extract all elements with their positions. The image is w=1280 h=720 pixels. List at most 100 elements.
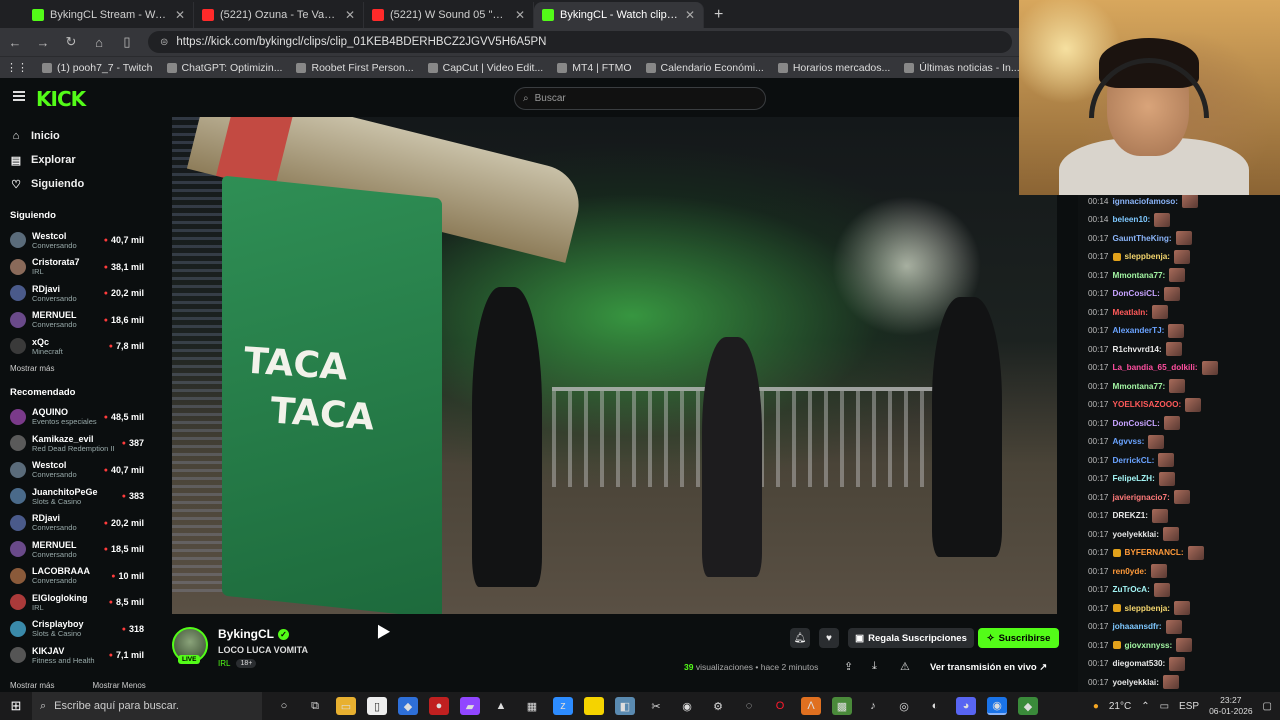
browser-tab[interactable]: BykingCL - Watch clips on K ✕	[534, 2, 704, 28]
sidebar-channel[interactable]: Kamikaze_evilRed Dead Redemption II 387	[10, 430, 144, 457]
chat-username[interactable]: Agvvss:	[1113, 437, 1145, 446]
clip-video-player[interactable]: TACA TACA	[172, 117, 1057, 614]
chat-username[interactable]: Mmontana77:	[1113, 271, 1166, 280]
new-tab-button[interactable]: +	[704, 6, 733, 28]
sticky-notes-icon[interactable]	[584, 697, 604, 715]
sidebar-channel[interactable]: WestcolConversando 40,7 mil	[10, 227, 144, 254]
url-field[interactable]: ⊜ https://kick.com/bykingcl/clips/clip_0…	[148, 31, 1012, 53]
site-info-icon[interactable]: ⊜	[160, 37, 168, 48]
reload-icon[interactable]: ↻	[64, 34, 78, 50]
show-more-recommended[interactable]: Mostrar más	[10, 681, 54, 690]
chat-username[interactable]: sleppbenja:	[1125, 252, 1171, 261]
sidebar-channel[interactable]: MERNUELConversando 18,6 mil	[10, 307, 144, 334]
home-icon[interactable]: ⌂	[92, 35, 106, 50]
notifications-icon[interactable]: ▢	[1263, 701, 1272, 712]
tiktok-icon[interactable]: ♪	[863, 697, 883, 715]
watch-live-link[interactable]: Ver transmisión en vivo ↗	[930, 662, 1047, 673]
chat-username[interactable]: giovxnnyss:	[1125, 641, 1173, 650]
chat-username[interactable]: GauntTheKing:	[1113, 234, 1172, 243]
notepad-icon[interactable]: ▯	[367, 697, 387, 715]
menu-icon[interactable]	[13, 91, 25, 101]
share-icon[interactable]: ⇪	[844, 660, 853, 673]
forward-icon[interactable]: →	[36, 35, 50, 50]
chat-username[interactable]: La_bandia_65_dolkili:	[1113, 363, 1198, 372]
tray-chevron-icon[interactable]: ⌃	[1141, 701, 1149, 712]
chat-username[interactable]: sleppbenja:	[1125, 604, 1171, 613]
chat-username[interactable]: R1chvvrd14:	[1113, 345, 1162, 354]
sidebar-channel[interactable]: CrisplayboySlots & Casino 318	[10, 616, 144, 643]
language-indicator[interactable]: ESP	[1179, 701, 1199, 712]
network-icon[interactable]: ▭	[1160, 701, 1169, 712]
tab-close-icon[interactable]: ✕	[345, 8, 355, 22]
chat-username[interactable]: Mmontana77:	[1113, 382, 1166, 391]
show-more-following[interactable]: Mostrar más	[10, 364, 144, 373]
chat-username[interactable]: BYFERNANCL:	[1125, 548, 1184, 557]
app-icon[interactable]: ▲	[491, 697, 511, 715]
sidebar-channel[interactable]: xQcMinecraft 7,8 mil	[10, 333, 144, 360]
chat-username[interactable]: ignnaciofamoso:	[1113, 197, 1179, 206]
chat-username[interactable]: diegomat530:	[1113, 659, 1166, 668]
file-explorer-icon[interactable]: ▭	[336, 697, 356, 715]
notification-bell-icon[interactable]: 🔔︎	[790, 628, 810, 648]
app-icon[interactable]: ◎	[894, 697, 914, 715]
chat-username[interactable]: ZuTrOcA:	[1113, 585, 1150, 594]
chat-username[interactable]: AlexanderTJ:	[1113, 326, 1165, 335]
apps-icon[interactable]: ⋮⋮	[6, 61, 28, 74]
nav-item-inicio[interactable]: ⌂ Inicio	[10, 124, 144, 148]
app-icon[interactable]: ◉	[677, 697, 697, 715]
bookmark-item[interactable]: Calendario Económi...	[645, 62, 764, 74]
chat-username[interactable]: yoelyekklai:	[1113, 678, 1159, 687]
tab-close-icon[interactable]: ✕	[685, 8, 695, 22]
sidebar-channel[interactable]: RDjaviConversando 20,2 mil	[10, 510, 144, 537]
chat-username[interactable]: ren0yde:	[1113, 567, 1147, 576]
chat-username[interactable]: FelipeLZH:	[1113, 474, 1155, 483]
zoom-icon[interactable]: z	[553, 697, 573, 715]
sidebar-channel[interactable]: RDjaviConversando 20,2 mil	[10, 280, 144, 307]
app-icon[interactable]: ▦	[522, 697, 542, 715]
app-icon[interactable]: Λ	[801, 697, 821, 715]
category-link[interactable]: IRL	[218, 659, 230, 668]
steam-icon[interactable]: ◐	[925, 697, 945, 715]
report-icon[interactable]: ⚠	[900, 660, 910, 673]
app-icon[interactable]: ◆	[398, 697, 418, 715]
sidebar-channel[interactable]: ElGloglokingIRL 8,5 mil	[10, 589, 144, 616]
weather-temp[interactable]: 21°C	[1109, 701, 1131, 712]
capcut-icon[interactable]: ✂	[646, 697, 666, 715]
windows-start-icon[interactable]: ⊞	[0, 698, 32, 714]
kick-logo[interactable]: KICK	[36, 87, 86, 111]
minecraft-icon[interactable]: ▩	[832, 697, 852, 715]
bookmark-item[interactable]: (1) pooh7_7 - Twitch	[42, 62, 153, 74]
gift-subs-button[interactable]: ▣ Regala Suscripciones	[848, 628, 974, 648]
search-input[interactable]: ⌕ Buscar	[514, 87, 766, 110]
chat-username[interactable]: yoelyekklai:	[1113, 530, 1159, 539]
nav-item-siguiendo[interactable]: ♡ Siguiendo	[10, 172, 144, 196]
app-icon[interactable]: ◌	[739, 697, 759, 715]
tab-close-icon[interactable]: ✕	[175, 8, 185, 22]
browser-tab[interactable]: BykingCL Stream - Watch Live o ✕	[24, 2, 194, 28]
sidebar-channel[interactable]: LACOBRAAAConversando 10 mil	[10, 563, 144, 590]
chat-username[interactable]: YOELKISAZOOO:	[1113, 400, 1182, 409]
chat-username[interactable]: DREKZ1:	[1113, 511, 1148, 520]
follow-heart-icon[interactable]: ♥	[819, 628, 839, 648]
bookmark-item[interactable]: Últimas noticias - In...	[904, 62, 1020, 74]
chrome-icon[interactable]: ◉	[987, 697, 1007, 715]
sidebar-channel[interactable]: Cristorata7IRL 38,1 mil	[10, 254, 144, 281]
cortana-icon[interactable]: ○	[274, 697, 294, 715]
clock[interactable]: 23:27 06-01-2026	[1209, 695, 1252, 717]
tab-close-icon[interactable]: ✕	[515, 8, 525, 22]
opera-icon[interactable]: O	[770, 697, 790, 715]
chat-username[interactable]: johaaansdfr:	[1113, 622, 1162, 631]
sidebar-channel[interactable]: KIKJAVFitness and Health 7,1 mil	[10, 642, 144, 669]
settings-icon[interactable]: ⚙	[708, 697, 728, 715]
bookmark-item[interactable]: MT4 | FTMO	[557, 62, 632, 74]
discord-icon[interactable]: ◕	[956, 697, 976, 715]
show-less-recommended[interactable]: Mostrar Menos	[92, 681, 145, 690]
subscribe-button[interactable]: ✧ Suscribirse	[978, 628, 1059, 648]
chat-username[interactable]: DonCosiCL:	[1113, 419, 1160, 428]
app-icon[interactable]: ●	[429, 697, 449, 715]
bookmark-item[interactable]: Roobet First Person...	[296, 62, 414, 74]
download-icon[interactable]: ⤓	[872, 660, 877, 673]
sidebar-channel[interactable]: JuanchitoPeGeSlots & Casino 383	[10, 483, 144, 510]
chat-username[interactable]: beleen10:	[1113, 215, 1151, 224]
bookmark-item[interactable]: Horarios mercados...	[777, 62, 890, 74]
